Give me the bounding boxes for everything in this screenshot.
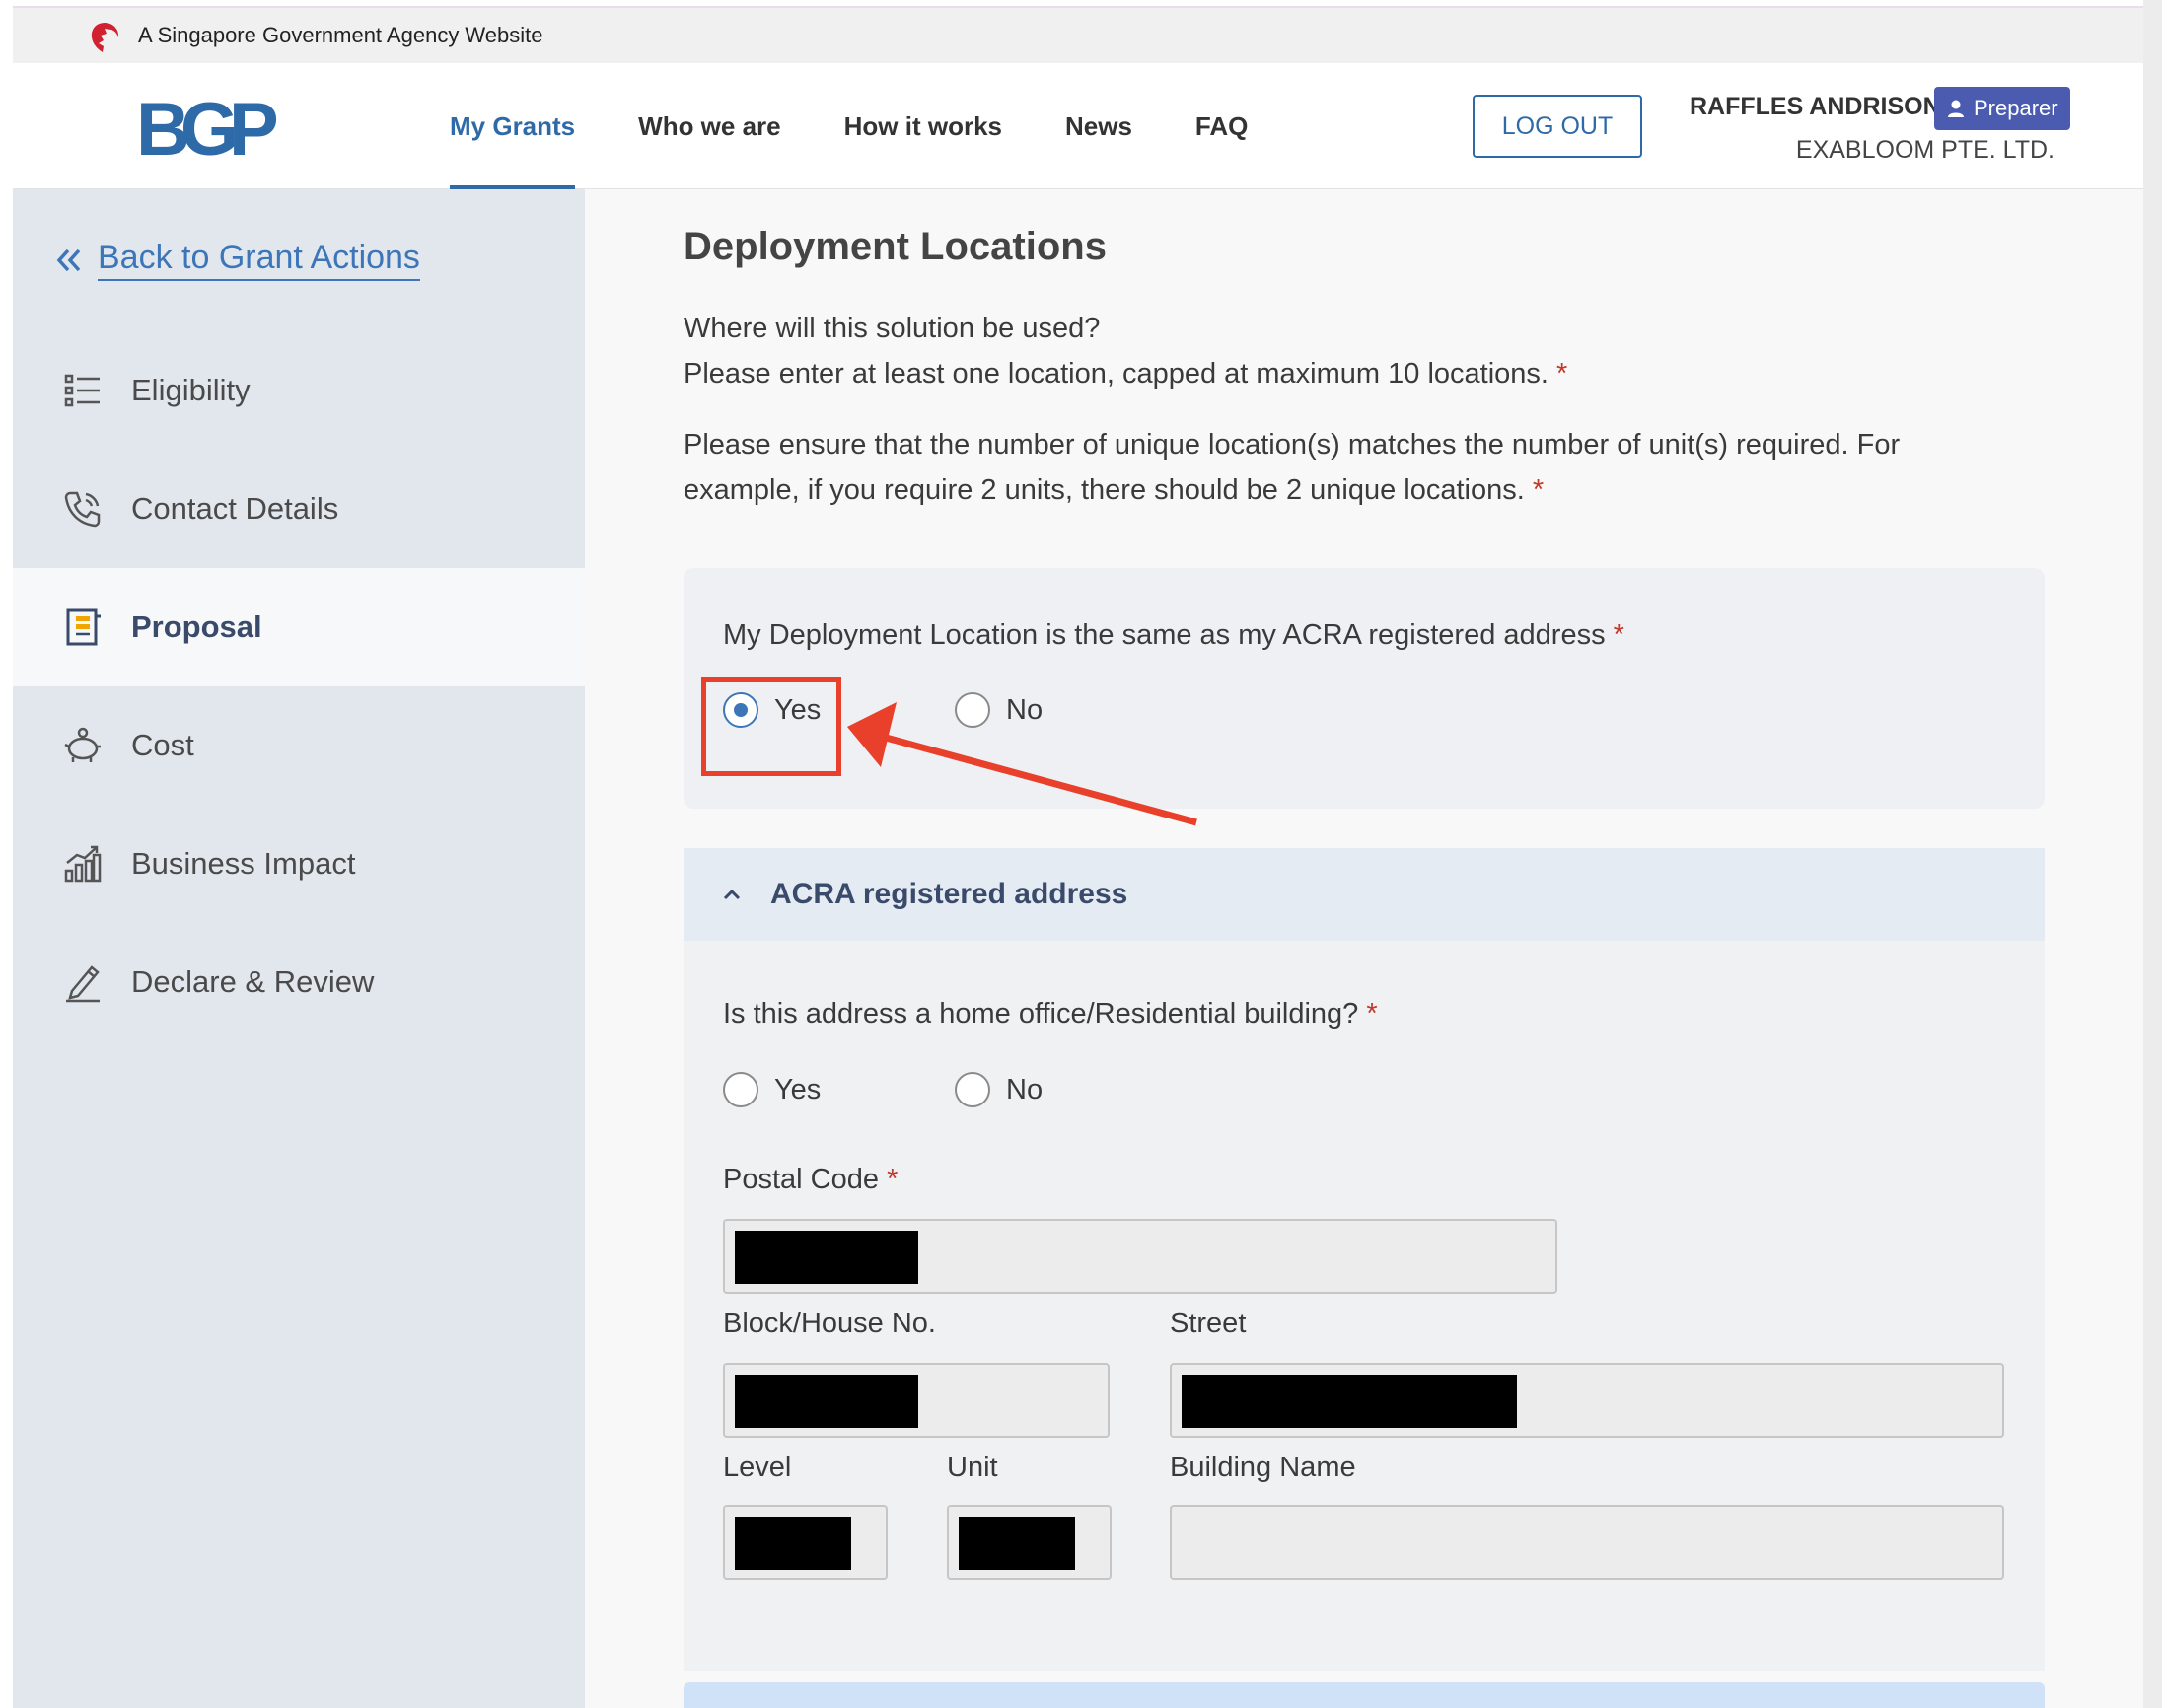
chart-icon: [64, 845, 102, 883]
redacted-value: [1182, 1375, 1517, 1428]
user-icon: [1948, 100, 1964, 117]
unit-input[interactable]: [947, 1505, 1112, 1580]
user-name: RAFFLES ANDRISON: [1690, 93, 1941, 120]
instruction-line-1: Where will this solution be used?: [684, 313, 1101, 344]
units-note: Please ensure that the number of unique …: [684, 429, 1901, 506]
redacted-value: [959, 1517, 1075, 1570]
street-input[interactable]: [1170, 1363, 2004, 1438]
postal-code-input[interactable]: [723, 1219, 1557, 1294]
masthead-text: A Singapore Government Agency Website: [138, 23, 543, 47]
main-nav: My Grants Who we are How it works News F…: [450, 63, 1311, 189]
acra-address-accordion-header[interactable]: ACRA registered address: [684, 848, 2045, 941]
accordion-title: ACRA registered address: [770, 878, 1128, 910]
sidebar-item-contact-details[interactable]: Contact Details: [13, 450, 585, 568]
sidebar-item-proposal[interactable]: Proposal: [13, 568, 585, 686]
sidebar-item-label: Contact Details: [131, 491, 339, 526]
nav-faq[interactable]: FAQ: [1195, 63, 1248, 189]
lion-head-icon: [91, 23, 119, 52]
required-asterisk: *: [1532, 474, 1545, 506]
instruction-text: Where will this solution be used? Please…: [684, 306, 2005, 396]
sidebar-item-label: Cost: [131, 728, 194, 762]
role-badge-label: Preparer: [1974, 96, 2058, 120]
level-label: Level: [723, 1452, 792, 1483]
home-office-yes-radio[interactable]: Yes: [723, 1072, 821, 1107]
nav-how-it-works[interactable]: How it works: [844, 63, 1002, 189]
sidebar-item-declare-review[interactable]: Declare & Review: [13, 923, 585, 1041]
chevron-up-icon: [723, 889, 741, 900]
sidebar-item-eligibility[interactable]: Eligibility: [13, 331, 585, 450]
street-label: Street: [1170, 1308, 1247, 1339]
home-office-no-radio[interactable]: No: [955, 1072, 1043, 1107]
level-input[interactable]: [723, 1505, 888, 1580]
radio-unchecked-icon: [955, 692, 990, 728]
site-header: BGP My Grants Who we are How it works Ne…: [13, 63, 2143, 189]
back-link-label: Back to Grant Actions: [98, 239, 420, 281]
acra-question-label: My Deployment Location is the same as my…: [723, 619, 1624, 651]
nav-news[interactable]: News: [1065, 63, 1132, 189]
acra-address-panel: Is this address a home office/Residentia…: [684, 941, 2045, 1671]
bgp-logo[interactable]: BGP: [136, 93, 279, 168]
sidebar: Back to Grant Actions Eligibility Contac…: [13, 189, 585, 1708]
role-badge: Preparer: [1934, 87, 2070, 130]
postal-code-label: Postal Code *: [723, 1164, 899, 1195]
block-house-input[interactable]: [723, 1363, 1110, 1438]
sidebar-item-cost[interactable]: Cost: [13, 686, 585, 805]
radio-unchecked-icon: [955, 1072, 990, 1107]
list-icon: [64, 374, 100, 407]
home-office-question-label: Is this address a home office/Residentia…: [723, 998, 1378, 1030]
logout-button[interactable]: LOG OUT: [1473, 95, 1642, 158]
unit-label: Unit: [947, 1452, 998, 1483]
sidebar-item-label: Proposal: [131, 609, 262, 644]
instruction-line-2: Please enter at least one location, capp…: [684, 358, 1568, 390]
phone-icon: [64, 491, 101, 528]
main-content: Deployment Locations Where will this sol…: [585, 189, 2143, 1708]
piggy-bank-icon: [64, 727, 101, 762]
annotation-highlight-box: [701, 677, 841, 776]
redacted-value: [735, 1375, 918, 1428]
sidebar-item-label: Declare & Review: [131, 964, 375, 999]
redacted-value: [735, 1517, 851, 1570]
block-house-label: Block/House No.: [723, 1308, 936, 1339]
page-scroll-edge: [2143, 0, 2162, 1708]
company-name: EXABLOOM PTE. LTD.: [1795, 136, 2054, 164]
page-title: Deployment Locations: [684, 225, 1107, 268]
acra-no-radio[interactable]: No: [955, 692, 1043, 728]
required-asterisk: *: [1556, 358, 1568, 390]
nav-my-grants[interactable]: My Grants: [450, 63, 576, 189]
pen-icon: [66, 965, 100, 1003]
nav-who-we-are[interactable]: Who we are: [638, 63, 780, 189]
redacted-value: [735, 1231, 918, 1284]
acra-question-card: My Deployment Location is the same as my…: [684, 568, 2045, 809]
back-to-grant-actions-link[interactable]: Back to Grant Actions: [54, 239, 420, 281]
building-name-label: Building Name: [1170, 1452, 1356, 1483]
building-name-input[interactable]: [1170, 1505, 2004, 1580]
next-section-header: [684, 1682, 2045, 1708]
sidebar-item-business-impact[interactable]: Business Impact: [13, 805, 585, 923]
sidebar-item-label: Business Impact: [131, 846, 356, 881]
sidebar-item-label: Eligibility: [131, 373, 251, 407]
document-icon: [66, 608, 101, 646]
double-chevron-left-icon: [56, 249, 81, 271]
radio-unchecked-icon: [723, 1072, 758, 1107]
government-masthead: A Singapore Government Agency Website: [13, 6, 2143, 63]
